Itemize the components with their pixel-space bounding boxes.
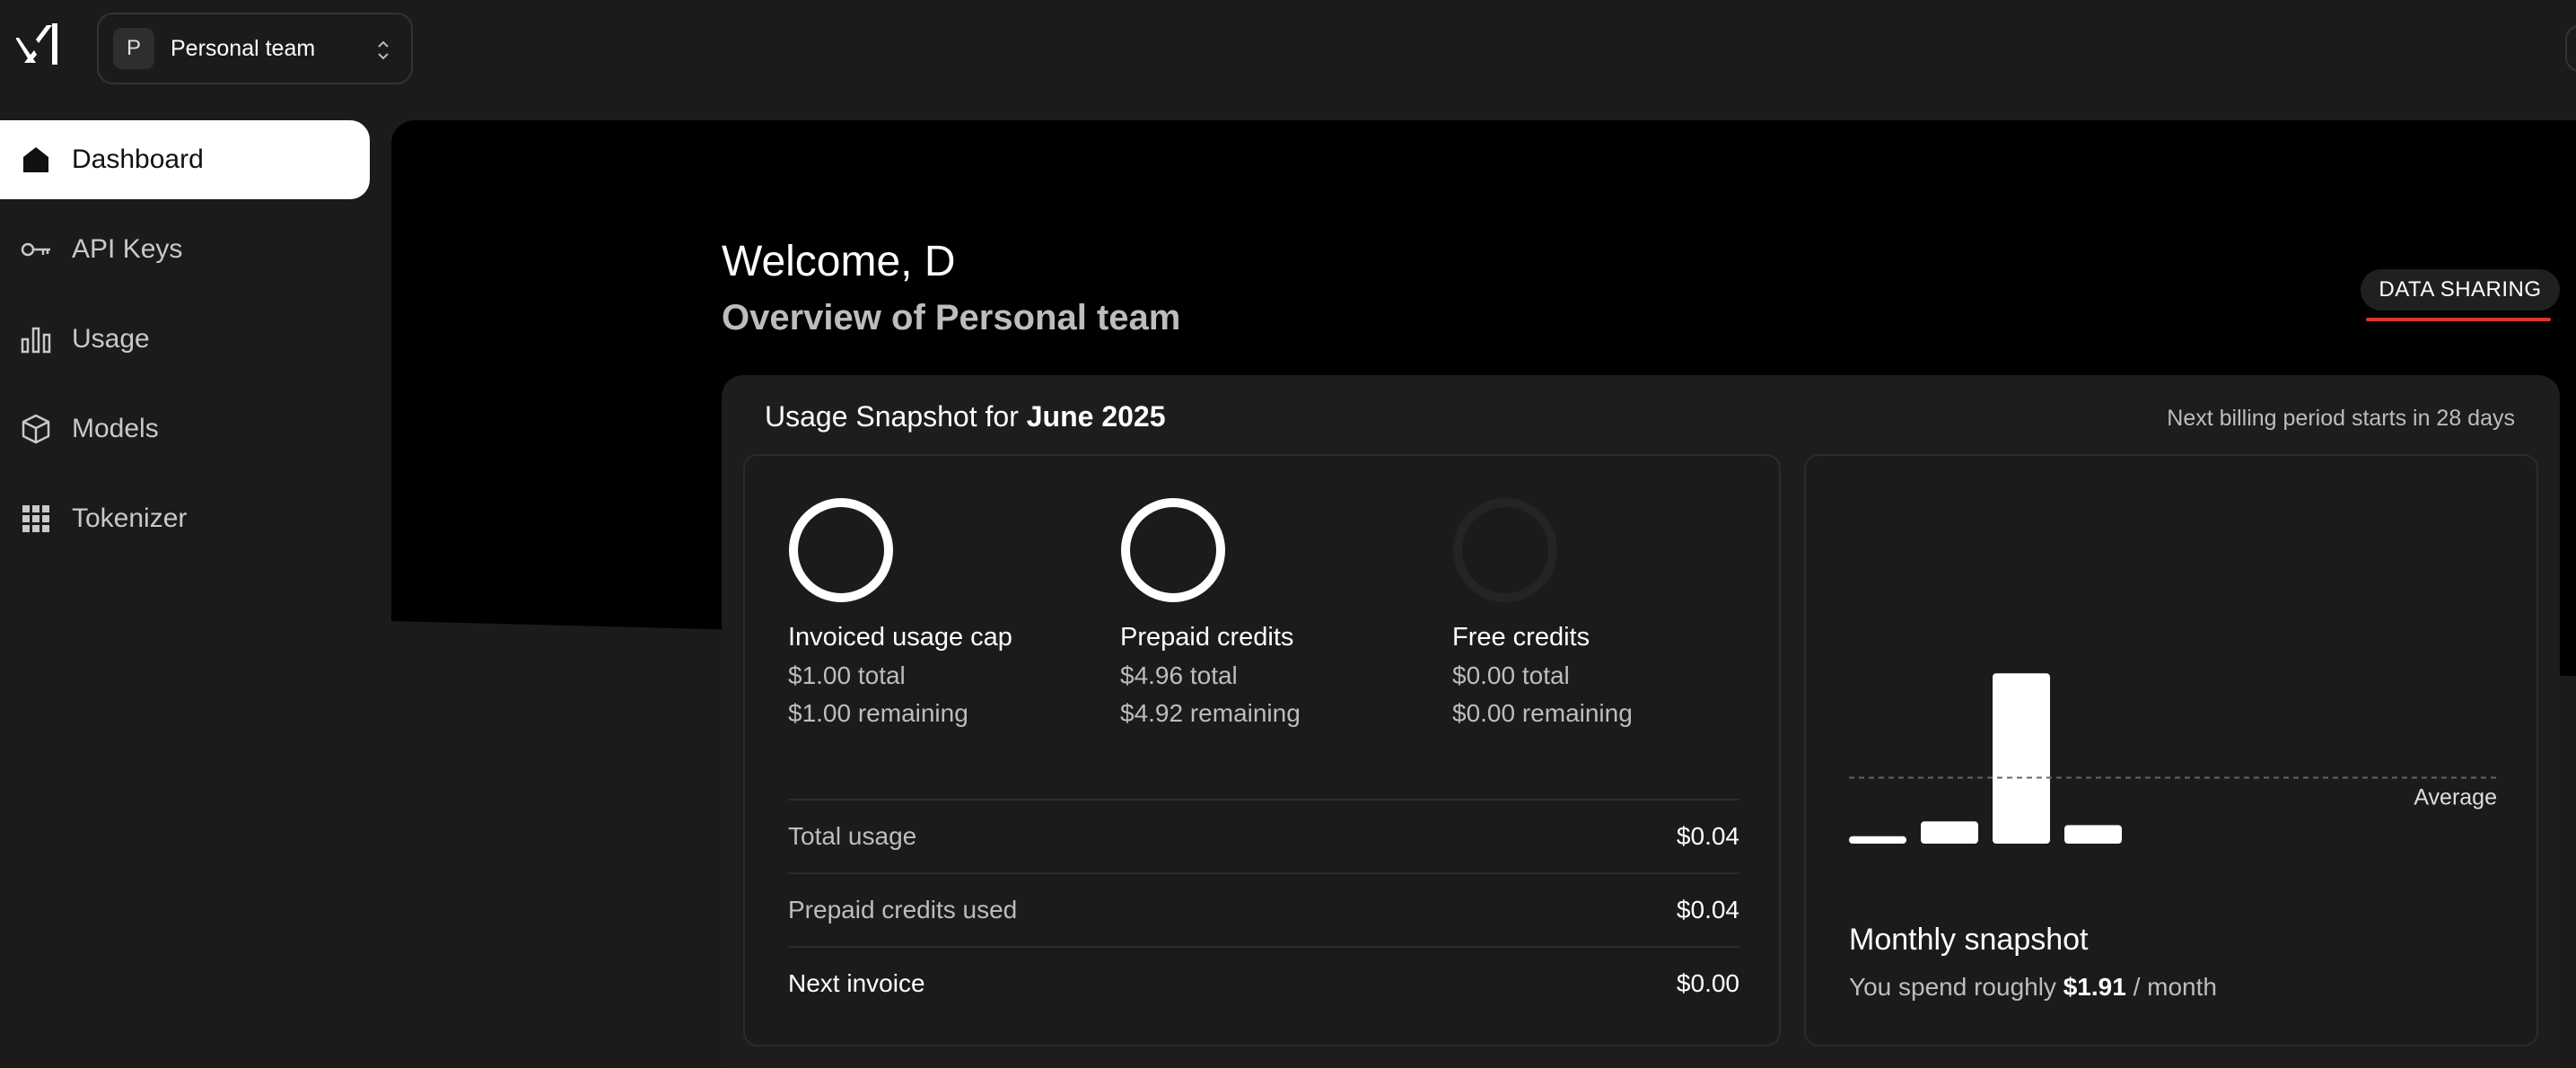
snapshot-period: June 2025: [1026, 400, 1166, 433]
data-sharing-button[interactable]: DATA SHARING: [2361, 269, 2560, 311]
monthly-spend-amount: $1.91: [2063, 973, 2126, 1001]
summary-label: Total usage: [788, 822, 917, 850]
usage-snapshot-panel: Usage Snapshot for June 2025 Next billin…: [722, 375, 2560, 1068]
metric-total: $1.00 total: [788, 661, 906, 689]
sidebar-item-label: Models: [72, 414, 159, 443]
usage-ring: [789, 498, 893, 602]
summary-row-total-usage: Total usage $0.04: [788, 799, 1739, 872]
usage-summary-card: Invoiced usage cap $1.00 total $1.00 rem…: [743, 454, 1781, 1046]
chart-bar[interactable]: [1993, 673, 2050, 844]
summary-row-next-invoice: Next invoice $0.00: [788, 946, 1739, 1020]
sidebar-item-models[interactable]: Models: [0, 390, 370, 468]
summary-value: $0.00: [1676, 969, 1739, 997]
summary-value: $0.04: [1676, 822, 1739, 850]
monthly-spend-summary: You spend roughly $1.91 / month: [1849, 973, 2217, 1002]
monthly-sub-prefix: You spend roughly: [1849, 973, 2056, 1001]
snapshot-title-prefix: Usage Snapshot for: [765, 400, 1019, 433]
sidebar-item-usage[interactable]: Usage: [0, 300, 370, 379]
key-icon: [21, 242, 50, 257]
chart-bar[interactable]: [1921, 821, 1978, 844]
bar-chart-icon: [21, 327, 51, 354]
average-label: Average: [2414, 785, 2497, 810]
summary-value: $0.04: [1676, 896, 1739, 924]
team-name: Personal team: [171, 35, 316, 61]
metric-total: $0.00 total: [1452, 661, 1570, 689]
metric-remaining: $4.92 remaining: [1120, 699, 1301, 727]
sidebar-item-label: Usage: [72, 324, 150, 354]
metric-remaining: $0.00 remaining: [1452, 699, 1633, 727]
chart-bar[interactable]: [1849, 836, 1906, 844]
metric-invoiced-usage-cap: Invoiced usage cap $1.00 total $1.00 rem…: [788, 497, 1084, 728]
metric-label: Prepaid credits: [1120, 623, 1294, 652]
billing-period-note: Next billing period starts in 28 days: [2167, 406, 2515, 431]
monthly-spend-chart: Average: [1849, 673, 2497, 844]
summary-label: Next invoice: [788, 969, 925, 997]
metric-remaining: $1.00 remaining: [788, 699, 968, 727]
grid-icon: [22, 505, 49, 532]
cube-icon: [22, 414, 50, 444]
monthly-sub-suffix: / month: [2133, 973, 2217, 1001]
team-switcher[interactable]: P Personal team: [97, 13, 413, 84]
team-avatar: P: [113, 28, 154, 69]
usage-ring: [1453, 498, 1557, 602]
metric-total: $4.96 total: [1120, 661, 1238, 689]
metric-label: Free credits: [1452, 623, 1590, 652]
sidebar-item-api-keys[interactable]: API Keys: [0, 210, 370, 289]
sidebar-item-label: Dashboard: [72, 144, 204, 174]
home-icon: [23, 147, 48, 172]
sidebar-item-label: API Keys: [72, 234, 183, 264]
sidebar: Dashboard API Keys Usage Models Tokenize…: [0, 120, 370, 569]
usage-ring: [1121, 498, 1225, 602]
summary-row-prepaid-used: Prepaid credits used $0.04: [788, 872, 1739, 946]
metric-prepaid-credits: Prepaid credits $4.96 total $4.92 remain…: [1120, 497, 1416, 728]
sidebar-item-dashboard[interactable]: Dashboard: [0, 120, 370, 199]
chevron-up-down-icon: [378, 40, 389, 60]
metric-label: Invoiced usage cap: [788, 623, 1012, 652]
page-title: Welcome, D: [722, 238, 956, 285]
header-edge-control[interactable]: [2565, 25, 2576, 72]
data-sharing-indicator: [2366, 318, 2551, 321]
chart-bar[interactable]: [2064, 825, 2122, 844]
summary-label: Prepaid credits used: [788, 896, 1018, 924]
usage-summary-table: Total usage $0.04 Prepaid credits used $…: [788, 799, 1739, 1020]
monthly-snapshot-card: Average Monthly snapshot You spend rough…: [1804, 454, 2538, 1046]
sidebar-item-tokenizer[interactable]: Tokenizer: [0, 479, 370, 558]
monthly-snapshot-title: Monthly snapshot: [1849, 923, 2089, 957]
page-subtitle: Overview of Personal team: [722, 298, 1181, 337]
snapshot-title: Usage Snapshot for June 2025: [765, 400, 1166, 433]
xai-logo-icon[interactable]: [16, 22, 63, 72]
sidebar-item-label: Tokenizer: [72, 503, 188, 533]
metric-free-credits: Free credits $0.00 total $0.00 remaining: [1452, 497, 1748, 728]
